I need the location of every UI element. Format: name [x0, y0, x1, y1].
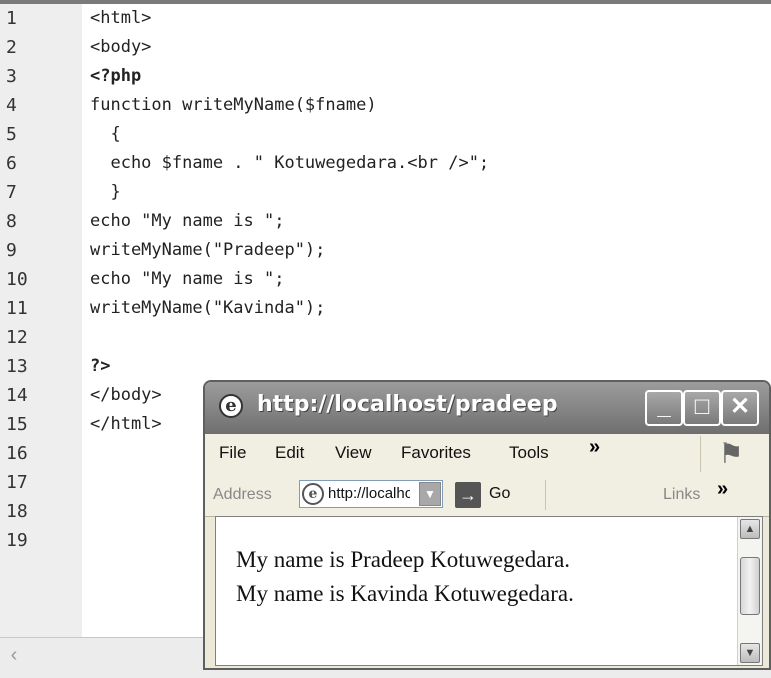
- code-line[interactable]: <html>: [90, 4, 151, 33]
- address-dropdown-button[interactable]: ▼: [419, 482, 441, 506]
- menu-file[interactable]: File: [219, 443, 246, 463]
- line-number: 14: [6, 385, 28, 406]
- go-arrow-icon[interactable]: →: [455, 482, 481, 508]
- line-number: 4: [6, 95, 17, 116]
- page-icon: e: [302, 483, 324, 505]
- address-label: Address: [213, 486, 272, 503]
- code-line[interactable]: echo "My name is ";: [90, 265, 284, 294]
- window-title: http://localhost/pradeep/...: [257, 392, 557, 417]
- scroll-down-icon[interactable]: ▼: [740, 643, 760, 663]
- minimize-button[interactable]: _: [645, 390, 683, 426]
- code-line[interactable]: ?>: [90, 352, 110, 381]
- line-number: 2: [6, 37, 17, 58]
- menu-overflow-chevron[interactable]: »: [589, 436, 600, 459]
- scroll-thumb[interactable]: [740, 557, 760, 615]
- ie-icon: e: [219, 394, 243, 418]
- code-line[interactable]: {: [90, 120, 120, 149]
- line-number: 6: [6, 153, 17, 174]
- line-number: 5: [6, 124, 17, 145]
- code-line[interactable]: writeMyName("Kavinda");: [90, 294, 325, 323]
- line-number: 17: [6, 472, 28, 493]
- browser-window: e http://localhost/pradeep/... _ □ ✕ Fil…: [203, 380, 771, 670]
- line-number: 10: [6, 269, 28, 290]
- address-input[interactable]: e http://localhos ▼: [299, 480, 443, 508]
- line-number: 7: [6, 182, 17, 203]
- code-line[interactable]: </body>: [90, 381, 162, 410]
- go-button[interactable]: → Go: [455, 482, 535, 510]
- code-line[interactable]: function writeMyName($fname): [90, 91, 377, 120]
- scroll-up-icon[interactable]: ▲: [740, 519, 760, 539]
- output-line: My name is Pradeep Kotuwegedara.: [236, 547, 571, 572]
- scroll-left-icon[interactable]: ‹: [4, 642, 24, 668]
- line-number-gutter: 1 2 3 4 5 6 7 8 9 10 11 12 13 14 15 16 1…: [0, 4, 82, 637]
- close-button[interactable]: ✕: [721, 390, 759, 426]
- windows-logo-icon: ⚑: [700, 436, 761, 472]
- maximize-button[interactable]: □: [683, 390, 721, 426]
- address-bar: Address e http://localhos ▼ → Go Links »: [205, 474, 769, 517]
- line-number: 8: [6, 211, 17, 232]
- address-value[interactable]: http://localhos: [328, 485, 410, 502]
- line-number: 1: [6, 8, 17, 29]
- code-line[interactable]: echo $fname . " Kotuwegedara.<br />";: [90, 149, 489, 178]
- line-number: 15: [6, 414, 28, 435]
- line-number: 18: [6, 501, 28, 522]
- code-line[interactable]: </html>: [90, 410, 162, 439]
- menu-bar: File Edit View Favorites Tools » ⚑: [205, 434, 769, 475]
- output-line: My name is Kavinda Kotuwegedara.: [236, 581, 574, 606]
- code-line[interactable]: writeMyName("Pradeep");: [90, 236, 325, 265]
- toolbar-separator: [545, 480, 546, 510]
- menu-favorites[interactable]: Favorites: [401, 443, 471, 463]
- code-line[interactable]: <?php: [90, 62, 141, 91]
- line-number: 13: [6, 356, 28, 377]
- menu-edit[interactable]: Edit: [275, 443, 304, 463]
- line-number: 11: [6, 298, 28, 319]
- go-label[interactable]: Go: [489, 485, 510, 503]
- code-line[interactable]: echo "My name is ";: [90, 207, 284, 236]
- code-line[interactable]: }: [90, 178, 120, 207]
- line-number: 3: [6, 66, 17, 87]
- line-number: 16: [6, 443, 28, 464]
- vertical-scrollbar[interactable]: ▲ ▼: [737, 517, 762, 665]
- code-line[interactable]: <body>: [90, 33, 151, 62]
- line-number: 12: [6, 327, 28, 348]
- links-label[interactable]: Links: [663, 486, 700, 504]
- line-number: 19: [6, 530, 28, 551]
- page-content: My name is Pradeep Kotuwegedara. My name…: [215, 516, 763, 666]
- menu-tools[interactable]: Tools: [509, 443, 549, 463]
- links-overflow-chevron[interactable]: »: [717, 478, 728, 501]
- line-number: 9: [6, 240, 17, 261]
- menu-view[interactable]: View: [335, 443, 372, 463]
- title-bar[interactable]: e http://localhost/pradeep/... _ □ ✕: [205, 382, 769, 434]
